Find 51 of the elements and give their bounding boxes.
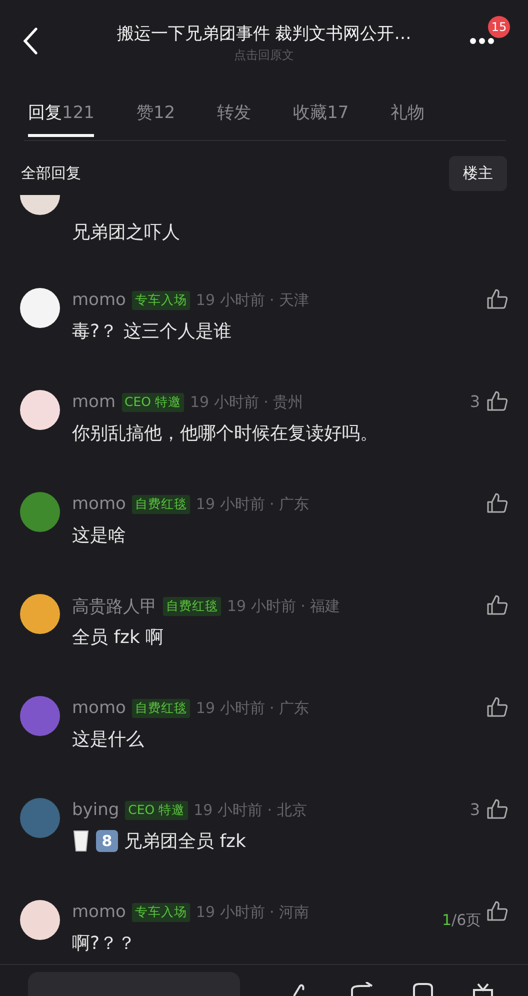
gift-icon[interactable] (470, 982, 496, 996)
user-name[interactable]: bying (72, 800, 120, 820)
tab[interactable]: 收藏17 (293, 96, 349, 137)
user-tag: 专车入场 (132, 902, 190, 922)
comment-text: 兄弟团之吓人 (72, 221, 181, 244)
comment-text: 这是什么 (72, 728, 144, 751)
user-name[interactable]: 高贵路人甲 (72, 594, 157, 618)
user-tag: 专车入场 (132, 290, 190, 310)
user-tag: 自费红毯 (163, 596, 221, 616)
comment-meta: 19 小时前 · 广东 (196, 494, 310, 514)
page-indicator: 1/6页 (442, 911, 482, 930)
user-tag: CEO 特邀 (122, 392, 184, 412)
milk-glass-icon (72, 829, 90, 853)
comment-text: 毒?？ 这三个人是谁 (72, 320, 232, 343)
keycap-emoji: 8 (96, 830, 118, 852)
comment-meta: 19 小时前 · 河南 (196, 902, 310, 922)
comment-text: 啊?？？ (72, 932, 136, 955)
notification-badge: 15 (488, 16, 510, 38)
user-name[interactable]: momo (72, 494, 126, 514)
avatar-icon[interactable] (20, 390, 60, 430)
avatar-icon[interactable] (20, 594, 60, 634)
comment-text: 这是啥 (72, 524, 126, 547)
comment-meta: 19 小时前 · 贵州 (190, 392, 304, 412)
user-tag: 自费红毯 (132, 494, 190, 514)
more-icon[interactable] (470, 37, 494, 45)
user-name[interactable]: momo (72, 290, 126, 310)
back-icon[interactable] (22, 27, 38, 55)
op-filter-button[interactable]: 楼主 (449, 156, 507, 190)
user-tag: 自费红毯 (132, 698, 190, 718)
back-to-original-link[interactable]: 点击回原文 (234, 47, 294, 64)
tab[interactable]: 礼物 (390, 96, 425, 137)
tab[interactable]: 赞12 (136, 96, 176, 137)
comment-meta: 19 小时前 · 广东 (196, 698, 310, 718)
section-label: 全部回复 (21, 164, 81, 182)
user-name[interactable]: momo (72, 902, 126, 922)
user-name[interactable]: momo (72, 698, 126, 718)
avatar-icon[interactable] (20, 288, 60, 328)
comment-text: 你别乱搞他，他哪个时候在复读好吗。 (72, 422, 378, 445)
tab[interactable]: 回复121 (28, 96, 94, 137)
tab[interactable]: 转发 (217, 96, 252, 137)
comment-text: 兄弟团全员 fzk (124, 830, 246, 853)
like-count: 3 (470, 799, 480, 821)
avatar-icon[interactable] (20, 900, 60, 940)
comment-meta: 19 小时前 · 天津 (196, 290, 310, 310)
comment-meta: 19 小时前 · 福建 (227, 596, 340, 616)
post-title: 搬运一下兄弟团事件 裁判文书网公开… (116, 23, 412, 45)
like-count: 3 (470, 391, 480, 413)
comment-text: 全员 fzk 啊 (72, 626, 164, 649)
comment-meta: 19 小时前 · 北京 (194, 800, 307, 820)
user-tag: CEO 特邀 (125, 800, 188, 820)
user-name[interactable]: mom (72, 392, 116, 412)
